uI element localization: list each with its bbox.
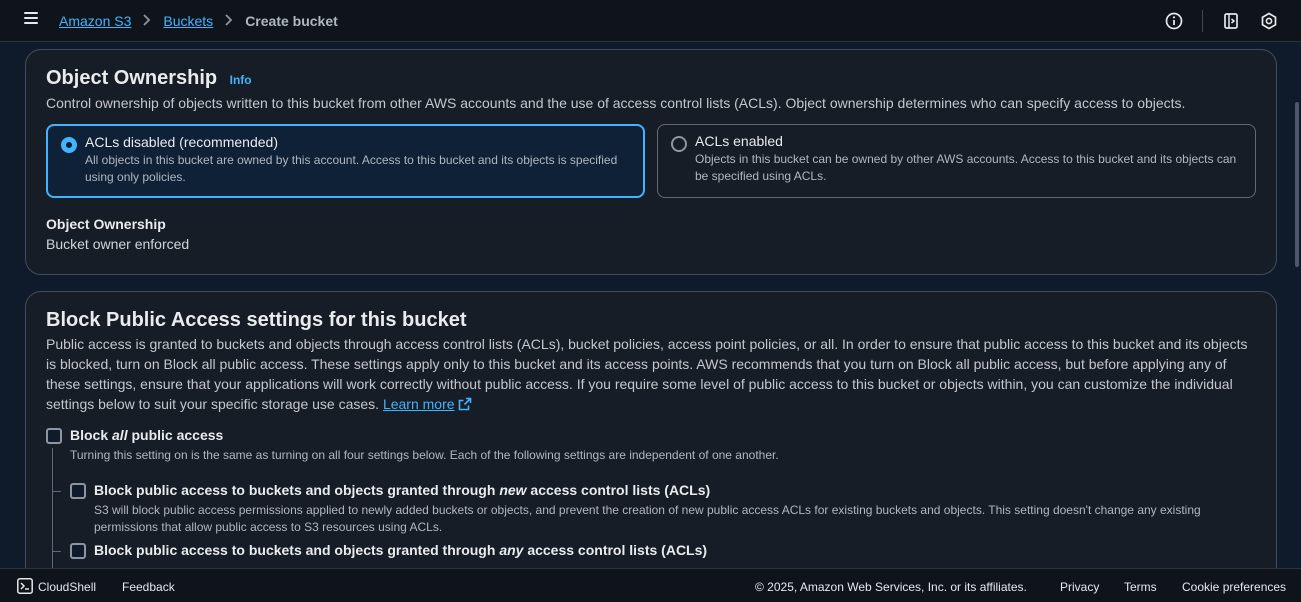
notifications-panel-icon[interactable] [1221, 11, 1241, 31]
settings-hexagon-icon[interactable] [1259, 11, 1279, 31]
block-public-access-description-text: Public access is granted to buckets and … [46, 336, 1248, 412]
info-circle-icon[interactable] [1164, 11, 1184, 31]
object-ownership-info-link[interactable]: Info [230, 73, 252, 87]
feedback-link[interactable]: Feedback [122, 580, 175, 594]
block-new-acl-description: S3 will block public access permissions … [94, 503, 1201, 534]
radio-button-selected[interactable] [61, 137, 77, 153]
block-all-public-access-checkbox[interactable] [46, 428, 62, 444]
breadcrumb-current-page: Create bucket [245, 13, 338, 29]
block-any-acl-label: Block public access to buckets and objec… [94, 542, 708, 558]
hamburger-menu-icon[interactable] [24, 12, 40, 28]
cloudshell-icon[interactable] [17, 578, 33, 594]
acls-disabled-description: All objects in this bucket are owned by … [85, 153, 618, 184]
tree-branch [53, 551, 61, 552]
copyright-text: © 2025, Amazon Web Services, Inc. or its… [755, 580, 1027, 594]
radio-button-unselected[interactable] [671, 136, 687, 152]
cloudshell-button[interactable]: CloudShell [38, 580, 96, 594]
block-new-acl-checkbox[interactable] [70, 483, 86, 499]
top-navigation-bar: Amazon S3 Buckets Create bucket [0, 0, 1301, 42]
block-public-access-heading: Block Public Access settings for this bu… [46, 309, 467, 331]
block-new-acl-label: Block public access to buckets and objec… [94, 482, 711, 498]
object-ownership-heading: Object Ownership [46, 67, 218, 89]
object-ownership-summary-value: Bucket owner enforced [46, 236, 190, 252]
block-any-acl-checkbox[interactable] [70, 543, 86, 559]
acls-enabled-label: ACLs enabled [695, 133, 783, 149]
object-ownership-summary-label: Object Ownership [46, 216, 166, 232]
block-all-public-access-description: Turning this setting on is the same as t… [70, 448, 779, 462]
breadcrumb-buckets[interactable]: Buckets [163, 13, 213, 29]
chevron-right-icon [143, 13, 151, 29]
external-link-icon[interactable] [458, 397, 472, 411]
breadcrumb-amazon-s3[interactable]: Amazon S3 [59, 13, 131, 29]
acls-enabled-description: Objects in this bucket can be owned by o… [695, 152, 1237, 183]
acls-disabled-label: ACLs disabled (recommended) [85, 134, 278, 150]
object-ownership-panel: Object Ownership Info Control ownership … [25, 49, 1277, 275]
terms-link[interactable]: Terms [1124, 580, 1157, 594]
tree-branch [53, 491, 61, 492]
cookie-preferences-link[interactable]: Cookie preferences [1182, 580, 1286, 594]
block-public-access-description: Public access is granted to buckets and … [46, 334, 1261, 414]
block-all-public-access-label: Block all public access [70, 427, 224, 443]
privacy-link[interactable]: Privacy [1060, 580, 1099, 594]
toolbar-divider [1202, 10, 1203, 32]
acls-disabled-option[interactable]: ACLs disabled (recommended) All objects … [46, 124, 645, 198]
learn-more-link[interactable]: Learn more [383, 396, 455, 412]
console-footer: CloudShell Feedback © 2025, Amazon Web S… [0, 568, 1301, 602]
object-ownership-description: Control ownership of objects written to … [46, 95, 1186, 111]
chevron-right-icon [225, 13, 233, 29]
acls-enabled-option[interactable]: ACLs enabled Objects in this bucket can … [657, 124, 1256, 198]
breadcrumb: Amazon S3 Buckets Create bucket [59, 13, 338, 29]
page-scrollbar-thumb[interactable] [1295, 102, 1299, 267]
